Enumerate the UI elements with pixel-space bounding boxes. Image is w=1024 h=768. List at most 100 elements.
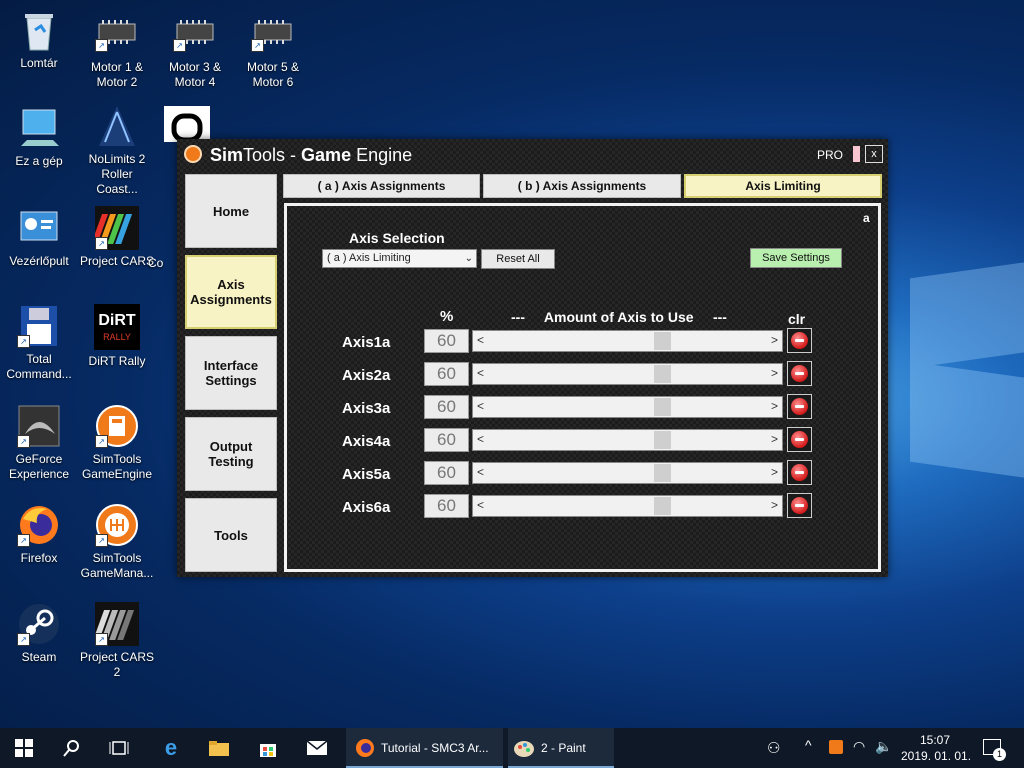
slider-left-arrow[interactable]: <	[477, 465, 484, 479]
desktop-icon-label: Motor 3 & Motor 4	[168, 60, 222, 89]
taskbar-app-firefox[interactable]: Tutorial - SMC3 Ar...	[346, 728, 503, 768]
desktop-icon-label: SimTools GameEngine	[81, 452, 153, 481]
axis-slider[interactable]: < >	[472, 330, 783, 352]
desktop-icon-motor-5-6[interactable]: ↗ Motor 5 & Motor 6	[235, 18, 311, 90]
file-explorer-icon[interactable]	[207, 736, 231, 760]
slider-right-arrow[interactable]: >	[771, 498, 778, 512]
axis-percent-field[interactable]: 60	[424, 362, 469, 386]
desktop-icon-simtools-gamemanager[interactable]: ↗ SimTools GameMana...	[79, 503, 155, 581]
axis-row-label: Axis5a	[342, 466, 391, 483]
project-cars-icon: ↗	[91, 206, 143, 254]
mail-icon[interactable]	[305, 736, 329, 760]
axis-slider[interactable]: < >	[472, 363, 783, 385]
slider-right-arrow[interactable]: >	[771, 432, 778, 446]
desktop-icon-label: SimTools GameMana...	[80, 551, 154, 580]
start-button[interactable]	[12, 736, 36, 760]
slider-thumb[interactable]	[654, 398, 672, 416]
axis-percent-field[interactable]: 60	[424, 428, 469, 452]
paint-icon	[514, 741, 534, 757]
slider-left-arrow[interactable]: <	[477, 432, 484, 446]
nolimits-icon	[95, 104, 139, 148]
desktop-icon-project-cars-2[interactable]: ↗ Project CARS 2	[79, 602, 155, 680]
slider-right-arrow[interactable]: >	[771, 399, 778, 413]
sidebar-item-home[interactable]: Home	[185, 174, 277, 248]
axis-slider[interactable]: < >	[472, 462, 783, 484]
desktop-icon-label: Firefox	[20, 551, 58, 565]
desktop-icon-simtools-gameengine[interactable]: ↗ SimTools GameEngine	[79, 404, 155, 482]
desktop-icon-geforce[interactable]: ↗ GeForce Experience	[1, 404, 77, 482]
clear-button[interactable]	[787, 394, 812, 419]
axis-percent-field[interactable]: 60	[424, 461, 469, 485]
status-indicator	[853, 146, 860, 162]
axis-percent-field[interactable]: 60	[424, 395, 469, 419]
tab-b-axis-assignments[interactable]: ( b ) Axis Assignments	[483, 174, 681, 198]
sidebar-item-output-testing[interactable]: Output Testing	[185, 417, 277, 491]
control-panel-icon	[17, 206, 61, 250]
people-icon[interactable]: ⚇	[767, 739, 780, 757]
desktop-icon-label: GeForce Experience	[8, 452, 70, 481]
window-titlebar[interactable]: SimTools - Game Engine PRO x	[177, 139, 888, 171]
task-view-icon[interactable]	[107, 736, 131, 760]
window-title: SimTools - Game Engine	[210, 145, 413, 165]
desktop-icon-this-pc[interactable]: Ez a gép	[1, 106, 77, 169]
clear-button[interactable]	[787, 328, 812, 353]
slider-left-arrow[interactable]: <	[477, 333, 484, 347]
clock-date[interactable]: 2019. 01. 01.	[901, 749, 971, 763]
desktop-icon-firefox[interactable]: ↗ Firefox	[1, 503, 77, 566]
sidebar-item-axis-assignments[interactable]: Axis Assignments	[185, 255, 277, 329]
desktop-icon-partial[interactable]: Co	[148, 216, 178, 271]
slider-left-arrow[interactable]: <	[477, 498, 484, 512]
clear-button[interactable]	[787, 427, 812, 452]
axis-selection-dropdown[interactable]: ( a ) Axis Limiting ⌄	[322, 249, 477, 268]
clear-button[interactable]	[787, 460, 812, 485]
volume-icon[interactable]: 🔈	[875, 738, 892, 755]
chip-icon: ↗	[251, 18, 295, 52]
desktop-icon-recycle-bin[interactable]: Lomtár	[1, 8, 77, 71]
axis-slider[interactable]: < >	[472, 429, 783, 451]
slider-right-arrow[interactable]: >	[771, 465, 778, 479]
slider-left-arrow[interactable]: <	[477, 399, 484, 413]
store-icon[interactable]	[256, 736, 280, 760]
search-icon[interactable]	[60, 736, 84, 760]
desktop-icon-nolimits[interactable]: NoLimits 2 Roller Coast...	[79, 104, 155, 197]
simtools-logo-icon	[184, 145, 202, 163]
sidebar-item-interface-settings[interactable]: Interface Settings	[185, 336, 277, 410]
clear-button[interactable]	[787, 361, 812, 386]
slider-thumb[interactable]	[654, 464, 672, 482]
desktop-icon-motor-3-4[interactable]: ↗ Motor 3 & Motor 4	[157, 18, 233, 90]
slider-thumb[interactable]	[654, 332, 672, 350]
network-icon[interactable]: ◠	[853, 738, 865, 755]
desktop-icon-motor-1-2[interactable]: ↗ Motor 1 & Motor 2	[79, 18, 155, 90]
close-button[interactable]: x	[865, 145, 883, 163]
notification-count-badge: 1	[993, 748, 1006, 761]
sidebar-item-tools[interactable]: Tools	[185, 498, 277, 572]
reset-all-button[interactable]: Reset All	[481, 249, 555, 269]
slider-right-arrow[interactable]: >	[771, 366, 778, 380]
slider-thumb[interactable]	[654, 365, 672, 383]
slider-right-arrow[interactable]: >	[771, 333, 778, 347]
slider-thumb[interactable]	[654, 431, 672, 449]
slider-thumb[interactable]	[654, 497, 672, 515]
slider-left-arrow[interactable]: <	[477, 366, 484, 380]
clear-icon	[791, 365, 808, 382]
desktop-icon-total-commander[interactable]: ↗ Total Command...	[1, 304, 77, 382]
desktop-icon-dirt-rally[interactable]: DiRT RALLY DiRT Rally	[79, 304, 155, 369]
axis-percent-field[interactable]: 60	[424, 494, 469, 518]
chevron-up-icon[interactable]: ^	[805, 737, 812, 753]
axis-slider[interactable]: < >	[472, 396, 783, 418]
save-settings-button[interactable]: Save Settings	[750, 248, 842, 268]
taskbar-app-paint[interactable]: 2 - Paint	[508, 728, 614, 768]
tab-a-axis-assignments[interactable]: ( a ) Axis Assignments	[283, 174, 480, 198]
axis-percent-field[interactable]: 60	[424, 329, 469, 353]
desktop-icon-control-panel[interactable]: Vezérlőpult	[1, 206, 77, 269]
axis-slider[interactable]: < >	[472, 495, 783, 517]
axis-selection-value: ( a ) Axis Limiting	[327, 252, 411, 264]
tab-axis-limiting[interactable]: Axis Limiting	[684, 174, 882, 198]
simtools-tray-icon[interactable]	[829, 740, 843, 754]
desktop-icon-project-cars[interactable]: ↗ Project CARS	[79, 206, 155, 269]
axis-row-label: Axis3a	[342, 400, 391, 417]
desktop-icon-steam[interactable]: ↗ Steam	[1, 602, 77, 665]
clear-button[interactable]	[787, 493, 812, 518]
edge-icon[interactable]: e	[159, 736, 183, 760]
clock-time[interactable]: 15:07	[920, 733, 950, 747]
